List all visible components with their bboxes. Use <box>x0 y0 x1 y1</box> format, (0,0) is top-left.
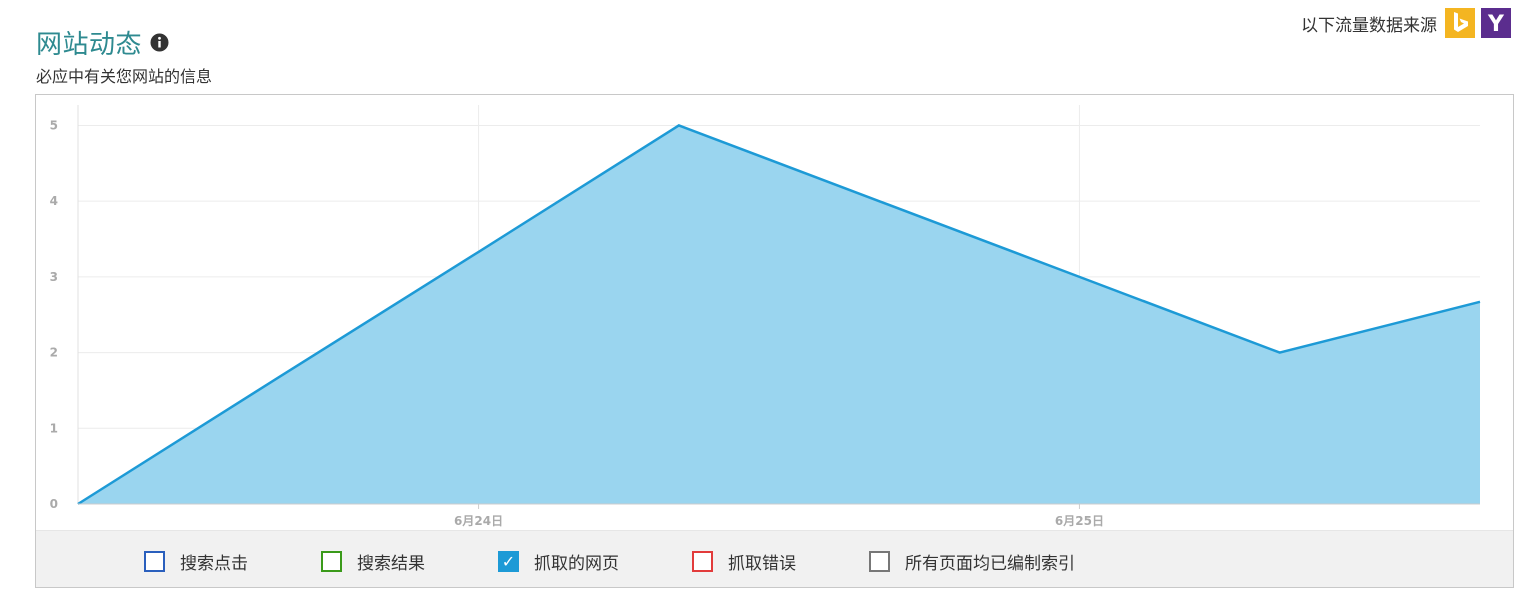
legend-item-crawled-pages[interactable]: ✓ 抓取的网页 <box>498 549 619 574</box>
info-circle-icon[interactable] <box>150 33 169 52</box>
area-chart: 0 1 2 3 4 5 6月24日 6月25日 <box>50 105 1481 528</box>
bing-logo-icon[interactable] <box>1445 8 1475 38</box>
legend-label: 抓取错误 <box>728 554 796 574</box>
series-area <box>78 125 1480 504</box>
legend-label: 搜索结果 <box>357 554 425 574</box>
x-tick-label: 6月24日 <box>454 514 503 528</box>
header: 网站动态 必应中有关您网站的信息 <box>36 24 212 87</box>
legend-checkbox[interactable]: ✓ <box>498 551 519 572</box>
chart-panel: 0 1 2 3 4 5 6月24日 6月25日 搜索点击 搜索结果 ✓ 抓取的网页 抓取错误 … <box>35 94 1514 588</box>
legend-checkbox[interactable] <box>869 551 890 572</box>
legend-item-crawl-errors[interactable]: 抓取错误 <box>692 549 796 574</box>
title-row: 网站动态 <box>36 24 212 61</box>
traffic-source-label: 以下流量数据来源 <box>1301 15 1437 36</box>
y-tick-label: 0 <box>50 497 58 511</box>
y-tick-label: 4 <box>50 194 58 208</box>
legend-label: 搜索点击 <box>180 554 248 574</box>
legend-checkbox[interactable] <box>692 551 713 572</box>
page-subtitle: 必应中有关您网站的信息 <box>36 67 213 86</box>
y-tick-label: 5 <box>50 118 58 132</box>
legend-label: 抓取的网页 <box>534 554 619 574</box>
chart-legend: 搜索点击 搜索结果 ✓ 抓取的网页 抓取错误 所有页面均已编制索引 <box>36 530 1513 587</box>
y-tick-label: 3 <box>50 270 58 284</box>
yahoo-logo-icon[interactable]: Y <box>1481 8 1511 38</box>
legend-checkbox[interactable] <box>144 551 165 572</box>
legend-item-pages-indexed[interactable]: 所有页面均已编制索引 <box>869 549 1075 574</box>
legend-checkbox[interactable] <box>321 551 342 572</box>
y-tick-label: 1 <box>50 421 58 435</box>
legend-label: 所有页面均已编制索引 <box>905 554 1075 574</box>
legend-item-search-results[interactable]: 搜索结果 <box>321 549 425 574</box>
y-tick-label: 2 <box>50 346 58 360</box>
traffic-source: 以下流量数据来源 Y <box>1301 8 1511 38</box>
x-tick-label: 6月25日 <box>1055 514 1104 528</box>
page-title: 网站动态 <box>36 30 143 60</box>
svg-text:Y: Y <box>1487 12 1505 37</box>
legend-item-search-clicks[interactable]: 搜索点击 <box>144 549 248 574</box>
